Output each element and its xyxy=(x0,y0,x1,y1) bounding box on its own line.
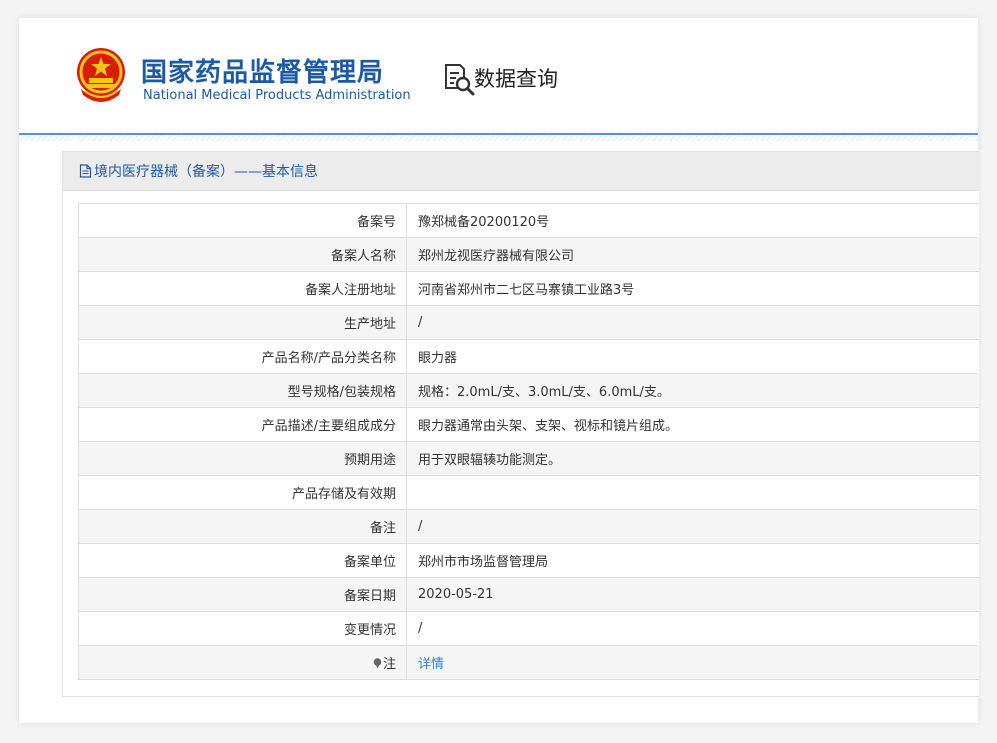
row-value: 规格：2.0mL/支、3.0mL/支、6.0mL/支。 xyxy=(406,373,979,408)
row-label: 产品存储及有效期 xyxy=(78,475,407,510)
table-row: 生产地址 / xyxy=(78,305,979,340)
panel-header: 境内医疗器械（备案）——基本信息 xyxy=(63,152,979,191)
row-label: 备案人注册地址 xyxy=(78,271,407,306)
org-name-en: National Medical Products Administration xyxy=(143,88,411,103)
panel-title: 境内医疗器械（备案）——基本信息 xyxy=(94,164,318,180)
table-row: 备案单位 郑州市市场监督管理局 xyxy=(78,543,979,578)
table-row: 变更情况 / xyxy=(78,611,979,646)
row-label: 生产地址 xyxy=(78,305,407,340)
row-value: 眼力器通常由头架、支架、视标和镜片组成。 xyxy=(406,407,979,442)
row-value: 2020-05-21 xyxy=(406,577,979,612)
table-row: 备案号 豫郑械备20200120号 xyxy=(78,203,979,238)
pin-icon xyxy=(373,658,382,669)
row-value: / xyxy=(406,305,979,340)
table-row: 备案人名称 郑州龙视医疗器械有限公司 xyxy=(78,237,979,272)
info-table: 备案号 豫郑械备20200120号 备案人名称 郑州龙视医疗器械有限公司 备案人注册… xyxy=(78,203,979,680)
row-label: 备注 xyxy=(78,509,407,544)
table-row: 预期用途 用于双眼辐辏功能测定。 xyxy=(78,441,979,476)
row-label: 型号规格/包装规格 xyxy=(78,373,407,408)
data-query-label[interactable]: 数据查询 xyxy=(474,63,558,93)
org-name-cn: 国家药品监督管理局 xyxy=(141,58,385,88)
national-emblem-icon xyxy=(77,48,125,102)
row-value: 郑州市市场监督管理局 xyxy=(406,543,979,578)
table-row: 备案日期 2020-05-21 xyxy=(78,577,979,612)
row-label: 变更情况 xyxy=(78,611,407,646)
row-value: / xyxy=(406,611,979,646)
row-value: / xyxy=(406,509,979,544)
row-label: 备案人名称 xyxy=(78,237,407,272)
document-icon xyxy=(79,164,92,178)
row-value: 用于双眼辐辏功能测定。 xyxy=(406,441,979,476)
table-row: 产品描述/主要组成成分 眼力器通常由头架、支架、视标和镜片组成。 xyxy=(78,407,979,442)
row-value: 豫郑械备20200120号 xyxy=(406,203,979,238)
row-label: 备案号 xyxy=(78,203,407,238)
details-link[interactable]: 详情 xyxy=(418,657,444,672)
note-label-cell: 注 xyxy=(78,645,407,680)
note-row: 注 详情 xyxy=(78,645,979,680)
note-value-cell: 详情 xyxy=(406,645,979,680)
table-row: 备案人注册地址 河南省郑州市二七区马寨镇工业路3号 xyxy=(78,271,979,306)
page-frame: 国家药品监督管理局 National Medical Products Admi… xyxy=(19,18,979,723)
site-header: 国家药品监督管理局 National Medical Products Admi… xyxy=(19,18,978,133)
table-row: 型号规格/包装规格 规格：2.0mL/支、3.0mL/支、6.0mL/支。 xyxy=(78,373,979,408)
table-row: 产品名称/产品分类名称 眼力器 xyxy=(78,339,979,374)
row-label: 备案单位 xyxy=(78,543,407,578)
table-row: 产品存储及有效期 xyxy=(78,475,979,510)
row-value: 郑州龙视医疗器械有限公司 xyxy=(406,237,979,272)
header-hatch xyxy=(19,135,978,141)
row-label: 备案日期 xyxy=(78,577,407,612)
table-row: 备注 / xyxy=(78,509,979,544)
document-search-icon xyxy=(445,64,475,96)
row-value xyxy=(406,475,979,510)
row-value: 河南省郑州市二七区马寨镇工业路3号 xyxy=(406,271,979,306)
row-label: 产品描述/主要组成成分 xyxy=(78,407,407,442)
info-panel: 境内医疗器械（备案）——基本信息 备案号 豫郑械备20200120号 备案人名称郑… xyxy=(62,151,979,697)
row-label: 预期用途 xyxy=(78,441,407,476)
row-label: 产品名称/产品分类名称 xyxy=(78,339,407,374)
note-label: 注 xyxy=(382,657,396,672)
row-value: 眼力器 xyxy=(406,339,979,374)
